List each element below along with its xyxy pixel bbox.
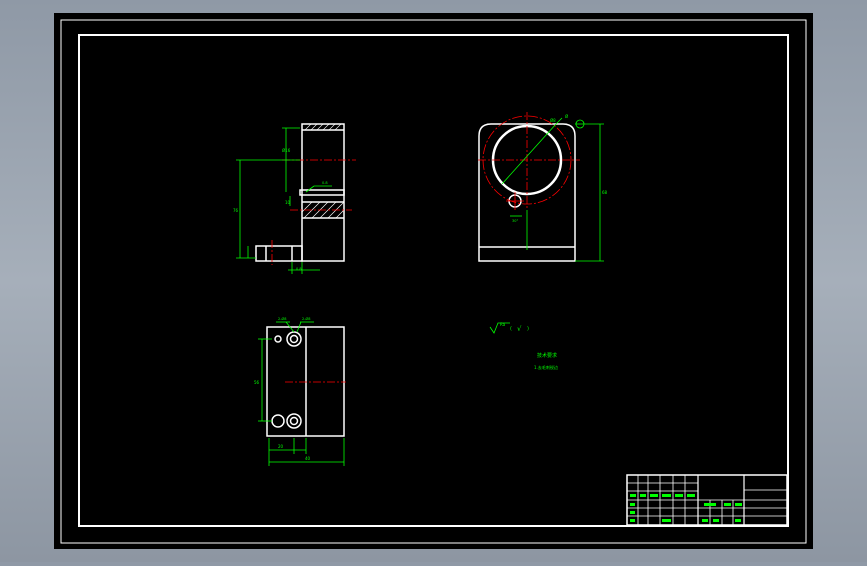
svg-text:): ) [527, 326, 529, 332]
svg-text:40: 40 [305, 456, 311, 461]
svg-text:2-Ø8: 2-Ø8 [302, 316, 310, 321]
svg-text:Ø8: Ø8 [550, 118, 556, 123]
cad-viewer-canvas[interactable]: 76 Ø16 10 0.8 0.8 68 Ø8 Ø 30° 56 40 20 2… [0, 0, 867, 562]
technical-requirements-note: 1.去毛刺锐边 [534, 364, 558, 370]
svg-text:0.8: 0.8 [322, 181, 328, 185]
svg-text:(: ( [510, 326, 512, 332]
svg-text:2-Ø8: 2-Ø8 [278, 316, 286, 321]
svg-text:76: 76 [233, 208, 239, 213]
svg-text:Ø16: Ø16 [282, 148, 291, 153]
technical-requirements-title: 技术要求 [537, 352, 557, 359]
roughness-symbol: √ [517, 325, 522, 333]
drawing-sheet [54, 13, 813, 549]
svg-text:10: 10 [285, 200, 291, 205]
svg-text:30°: 30° [512, 219, 518, 223]
svg-text:Ra: Ra [500, 322, 506, 327]
svg-text:56: 56 [254, 380, 260, 385]
svg-text:20: 20 [278, 444, 284, 449]
svg-text:68: 68 [602, 190, 608, 195]
svg-text:Ø: Ø [565, 114, 568, 119]
svg-text:0.8: 0.8 [296, 267, 302, 271]
